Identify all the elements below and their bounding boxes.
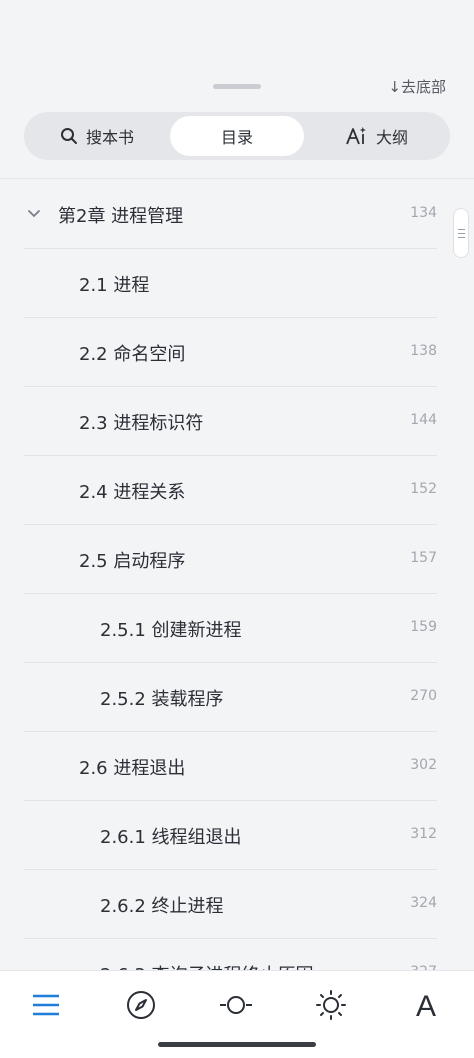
tab-search-book[interactable]: 搜本书 — [24, 112, 170, 160]
compass-icon — [126, 990, 156, 1024]
search-icon — [60, 127, 78, 145]
toc-item[interactable]: 2.1 进程 — [0, 249, 474, 318]
toc-item-title: 2.5.1 创建新进程 — [100, 620, 242, 641]
scrollbar-thumb[interactable] — [453, 208, 469, 258]
toc-item-page: 159 — [410, 619, 437, 635]
toc-item-page: 302 — [410, 757, 437, 773]
toc-item-title: 2.5.2 装载程序 — [100, 689, 224, 710]
toc-menu-icon — [32, 994, 60, 1020]
ai-outline-icon — [346, 127, 368, 145]
toc-item[interactable]: 2.6.2 终止进程 324 — [0, 870, 474, 939]
toc-item[interactable]: 2.4 进程关系 152 — [0, 456, 474, 525]
toc-item-page: 324 — [410, 895, 437, 911]
toc-item-page: 144 — [410, 412, 437, 428]
tab-contents[interactable]: 目录 — [170, 116, 304, 156]
toc-item-title: 2.5 启动程序 — [79, 551, 186, 572]
toc-item-title: 2.6.2 终止进程 — [100, 896, 224, 917]
goto-bottom-button[interactable]: ↓去底部 — [388, 76, 446, 97]
toc-item-title: 2.2 命名空间 — [79, 344, 186, 365]
toc-item-page: 152 — [410, 481, 437, 497]
toc-item-title: 2.6.1 线程组退出 — [100, 827, 242, 848]
toc-item[interactable]: 2.6 进程退出 302 — [0, 732, 474, 801]
toc-item[interactable]: 2.6.1 线程组退出 312 — [0, 801, 474, 870]
toc-item[interactable]: 2.5 启动程序 157 — [0, 525, 474, 594]
tab-label: 大纲 — [375, 128, 408, 147]
toc-item-title: 第2章 进程管理 — [58, 206, 184, 227]
toc-item-page: 134 — [410, 205, 437, 221]
toc-item[interactable]: 2.3 进程标识符 144 — [0, 387, 474, 456]
toc-list: 第2章 进程管理 134 2.1 进程 2.2 命名空间 138 2.3 进程标识符 144… — [0, 180, 474, 970]
font-icon: A — [415, 990, 436, 1023]
toc-item-title: 2.6.3 查询子进程终止原因 — [100, 961, 314, 970]
toc-item[interactable]: 2.5.2 装载程序 270 — [0, 663, 474, 732]
toc-item-page: 270 — [410, 688, 437, 704]
home-indicator[interactable] — [158, 1042, 316, 1047]
discover-button[interactable] — [121, 987, 161, 1027]
tab-label: 目录 — [220, 128, 253, 147]
tab-label: 搜本书 — [85, 128, 134, 147]
toc-item-title: 2.6 进程退出 — [79, 758, 186, 779]
font-settings-button[interactable]: A — [406, 987, 446, 1027]
toc-item-page: 312 — [410, 826, 437, 842]
divider — [0, 178, 474, 179]
tab-outline[interactable]: 大纲 — [304, 112, 450, 160]
panel-tabs: 搜本书 目录 大纲 — [24, 112, 450, 160]
toc-item[interactable]: 2.2 命名空间 138 — [0, 318, 474, 387]
toc-item-page: 138 — [410, 343, 437, 359]
toc-menu-button[interactable] — [26, 987, 66, 1027]
toc-item[interactable]: 第2章 进程管理 134 — [0, 180, 474, 249]
toc-item[interactable]: 2.6.3 查询子进程终止原因327 — [0, 939, 474, 970]
brightness-button[interactable] — [311, 987, 351, 1027]
toc-item-title: 2.3 进程标识符 — [79, 413, 204, 434]
toc-item-page: 157 — [410, 550, 437, 566]
toc-item[interactable]: 2.5.1 创建新进程 159 — [0, 594, 474, 663]
toc-item-title: 2.1 进程 — [79, 275, 150, 296]
brightness-icon — [316, 990, 346, 1024]
progress-icon — [219, 994, 253, 1020]
chevron-down-icon[interactable] — [26, 206, 42, 222]
progress-button[interactable] — [216, 987, 256, 1027]
toc-item-title: 2.4 进程关系 — [79, 482, 186, 503]
sheet-drag-handle[interactable] — [213, 84, 261, 89]
